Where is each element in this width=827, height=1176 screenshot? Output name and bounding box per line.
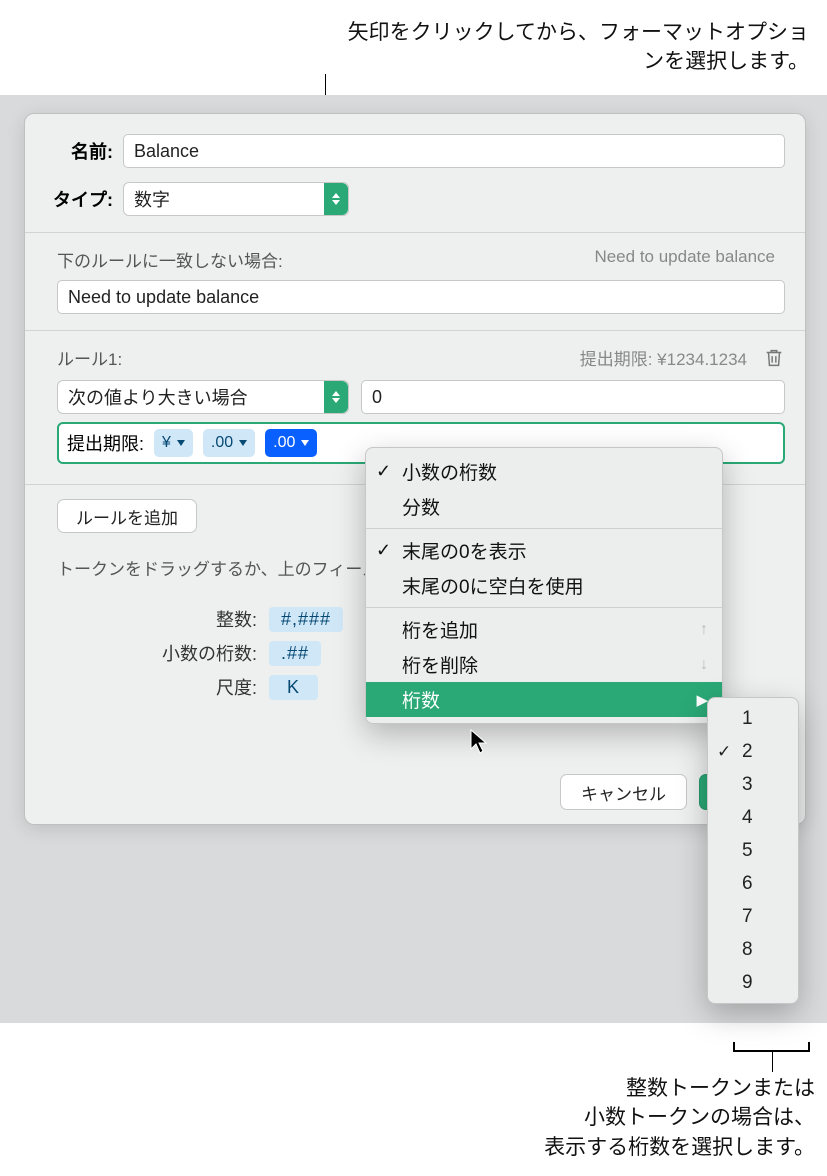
menu-item-label: 桁を削除 — [402, 651, 478, 678]
menu-item[interactable]: 桁を追加 ↑ — [366, 612, 722, 647]
rule1-preview: 提出期限: ¥1234.1234 — [580, 345, 747, 370]
callout-top: 矢印をクリックしてから、フォーマットオプションを選択します。 — [329, 18, 809, 77]
submenu-item[interactable]: 5 — [708, 834, 798, 867]
check-icon: ✓ — [376, 540, 391, 561]
token-bar-label: 提出期限: — [67, 430, 144, 456]
submenu-item[interactable]: 7 — [708, 900, 798, 933]
chevron-down-icon — [177, 440, 185, 446]
submenu-item-label: 2 — [742, 741, 753, 763]
legend-dec-label: 小数の桁数: — [57, 640, 257, 666]
submenu-item-label: 1 — [742, 708, 753, 730]
menu-item[interactable]: ✓ 小数の桁数 — [366, 454, 722, 489]
submenu-item[interactable]: 8 — [708, 933, 798, 966]
rule1-condition-number: 0 — [372, 387, 382, 408]
submenu-item[interactable]: 9 — [708, 966, 798, 999]
chevron-down-icon — [239, 440, 247, 446]
name-input-value: Balance — [134, 141, 199, 162]
trash-icon[interactable] — [763, 346, 785, 370]
token-chip-decimal-2[interactable]: .00 — [265, 429, 317, 457]
submenu-item[interactable]: 3 — [708, 768, 798, 801]
menu-item-label: 末尾の0に空白を使用 — [402, 572, 584, 599]
submenu-item[interactable]: ✓2 — [708, 735, 798, 768]
no-match-value: Need to update balance — [68, 287, 259, 308]
add-rule-button[interactable]: ルールを追加 — [57, 499, 197, 533]
menu-item[interactable]: 末尾の0に空白を使用 — [366, 568, 722, 603]
submenu-item-label: 5 — [742, 840, 753, 862]
submenu-item-label: 7 — [742, 906, 753, 928]
legend-dec-token[interactable]: .## — [269, 641, 321, 666]
no-match-label: 下のルールに一致しない場合: — [57, 247, 283, 272]
no-match-input[interactable]: Need to update balance — [57, 280, 785, 314]
token-chip-currency[interactable]: ¥ — [154, 429, 193, 457]
name-input[interactable]: Balance — [123, 134, 785, 168]
menu-item-label: 小数の桁数 — [402, 458, 497, 485]
submenu-item[interactable]: 1 — [708, 702, 798, 735]
type-select-value: 数字 — [134, 186, 170, 212]
submenu-item-label: 6 — [742, 873, 753, 895]
menu-item-label: 桁を追加 — [402, 616, 478, 643]
cursor-icon — [470, 729, 490, 755]
submenu-item-label: 4 — [742, 807, 753, 829]
menu-separator — [366, 528, 722, 529]
arrow-down-icon: ↓ — [700, 656, 708, 674]
arrow-up-icon: ↑ — [700, 621, 708, 639]
menu-item-label: 末尾の0を表示 — [402, 537, 527, 564]
legend-int-token[interactable]: #,### — [269, 607, 343, 632]
leader-line-bottom — [772, 1050, 773, 1072]
menu-item[interactable]: 桁を削除 ↓ — [366, 647, 722, 682]
menu-item-label: 桁数 — [402, 686, 440, 713]
stepper-icon — [324, 381, 348, 413]
legend-scale-label: 尺度: — [57, 674, 257, 700]
menu-separator — [366, 607, 722, 608]
rule1-title: ルール1: — [57, 345, 122, 370]
rule1-condition-value: 次の値より大きい場合 — [68, 384, 248, 410]
rule1-condition-select[interactable]: 次の値より大きい場合 — [57, 380, 349, 414]
chevron-down-icon — [301, 440, 309, 446]
cancel-button[interactable]: キャンセル — [560, 774, 687, 810]
check-icon: ✓ — [376, 461, 391, 482]
stage-background: 名前: Balance タイプ: 数字 下のルールに一致しない場合: Need … — [0, 95, 827, 1023]
no-match-preview: Need to update balance — [594, 247, 775, 272]
stepper-icon — [324, 183, 348, 215]
submenu-item-label: 8 — [742, 939, 753, 961]
rule1-condition-value-input[interactable]: 0 — [361, 380, 785, 414]
digits-submenu[interactable]: 1✓23456789 — [707, 697, 799, 1004]
menu-item[interactable]: 分数 — [366, 489, 722, 524]
type-label: タイプ: — [45, 186, 123, 212]
submenu-item-label: 3 — [742, 774, 753, 796]
legend-int-label: 整数: — [57, 606, 257, 632]
format-options-menu[interactable]: ✓ 小数の桁数分数 ✓ 末尾の0を表示末尾の0に空白を使用桁を追加 ↑ 桁を削除 ↓ 桁数▶ — [365, 447, 723, 724]
submenu-item[interactable]: 6 — [708, 867, 798, 900]
menu-item[interactable]: ✓ 末尾の0を表示 — [366, 533, 722, 568]
submenu-item-label: 9 — [742, 972, 753, 994]
legend-scale-token[interactable]: K — [269, 675, 318, 700]
token-chip-decimal-1[interactable]: .00 — [203, 429, 255, 457]
type-select[interactable]: 数字 — [123, 182, 349, 216]
callout-bottom: 整数トークンまたは 小数トークンの場合は、 表示する桁数を選択します。 — [400, 1074, 815, 1162]
name-label: 名前: — [45, 138, 123, 164]
menu-item-label: 分数 — [402, 493, 440, 520]
check-icon: ✓ — [717, 742, 731, 762]
submenu-item[interactable]: 4 — [708, 801, 798, 834]
menu-item[interactable]: 桁数▶ — [366, 682, 722, 717]
